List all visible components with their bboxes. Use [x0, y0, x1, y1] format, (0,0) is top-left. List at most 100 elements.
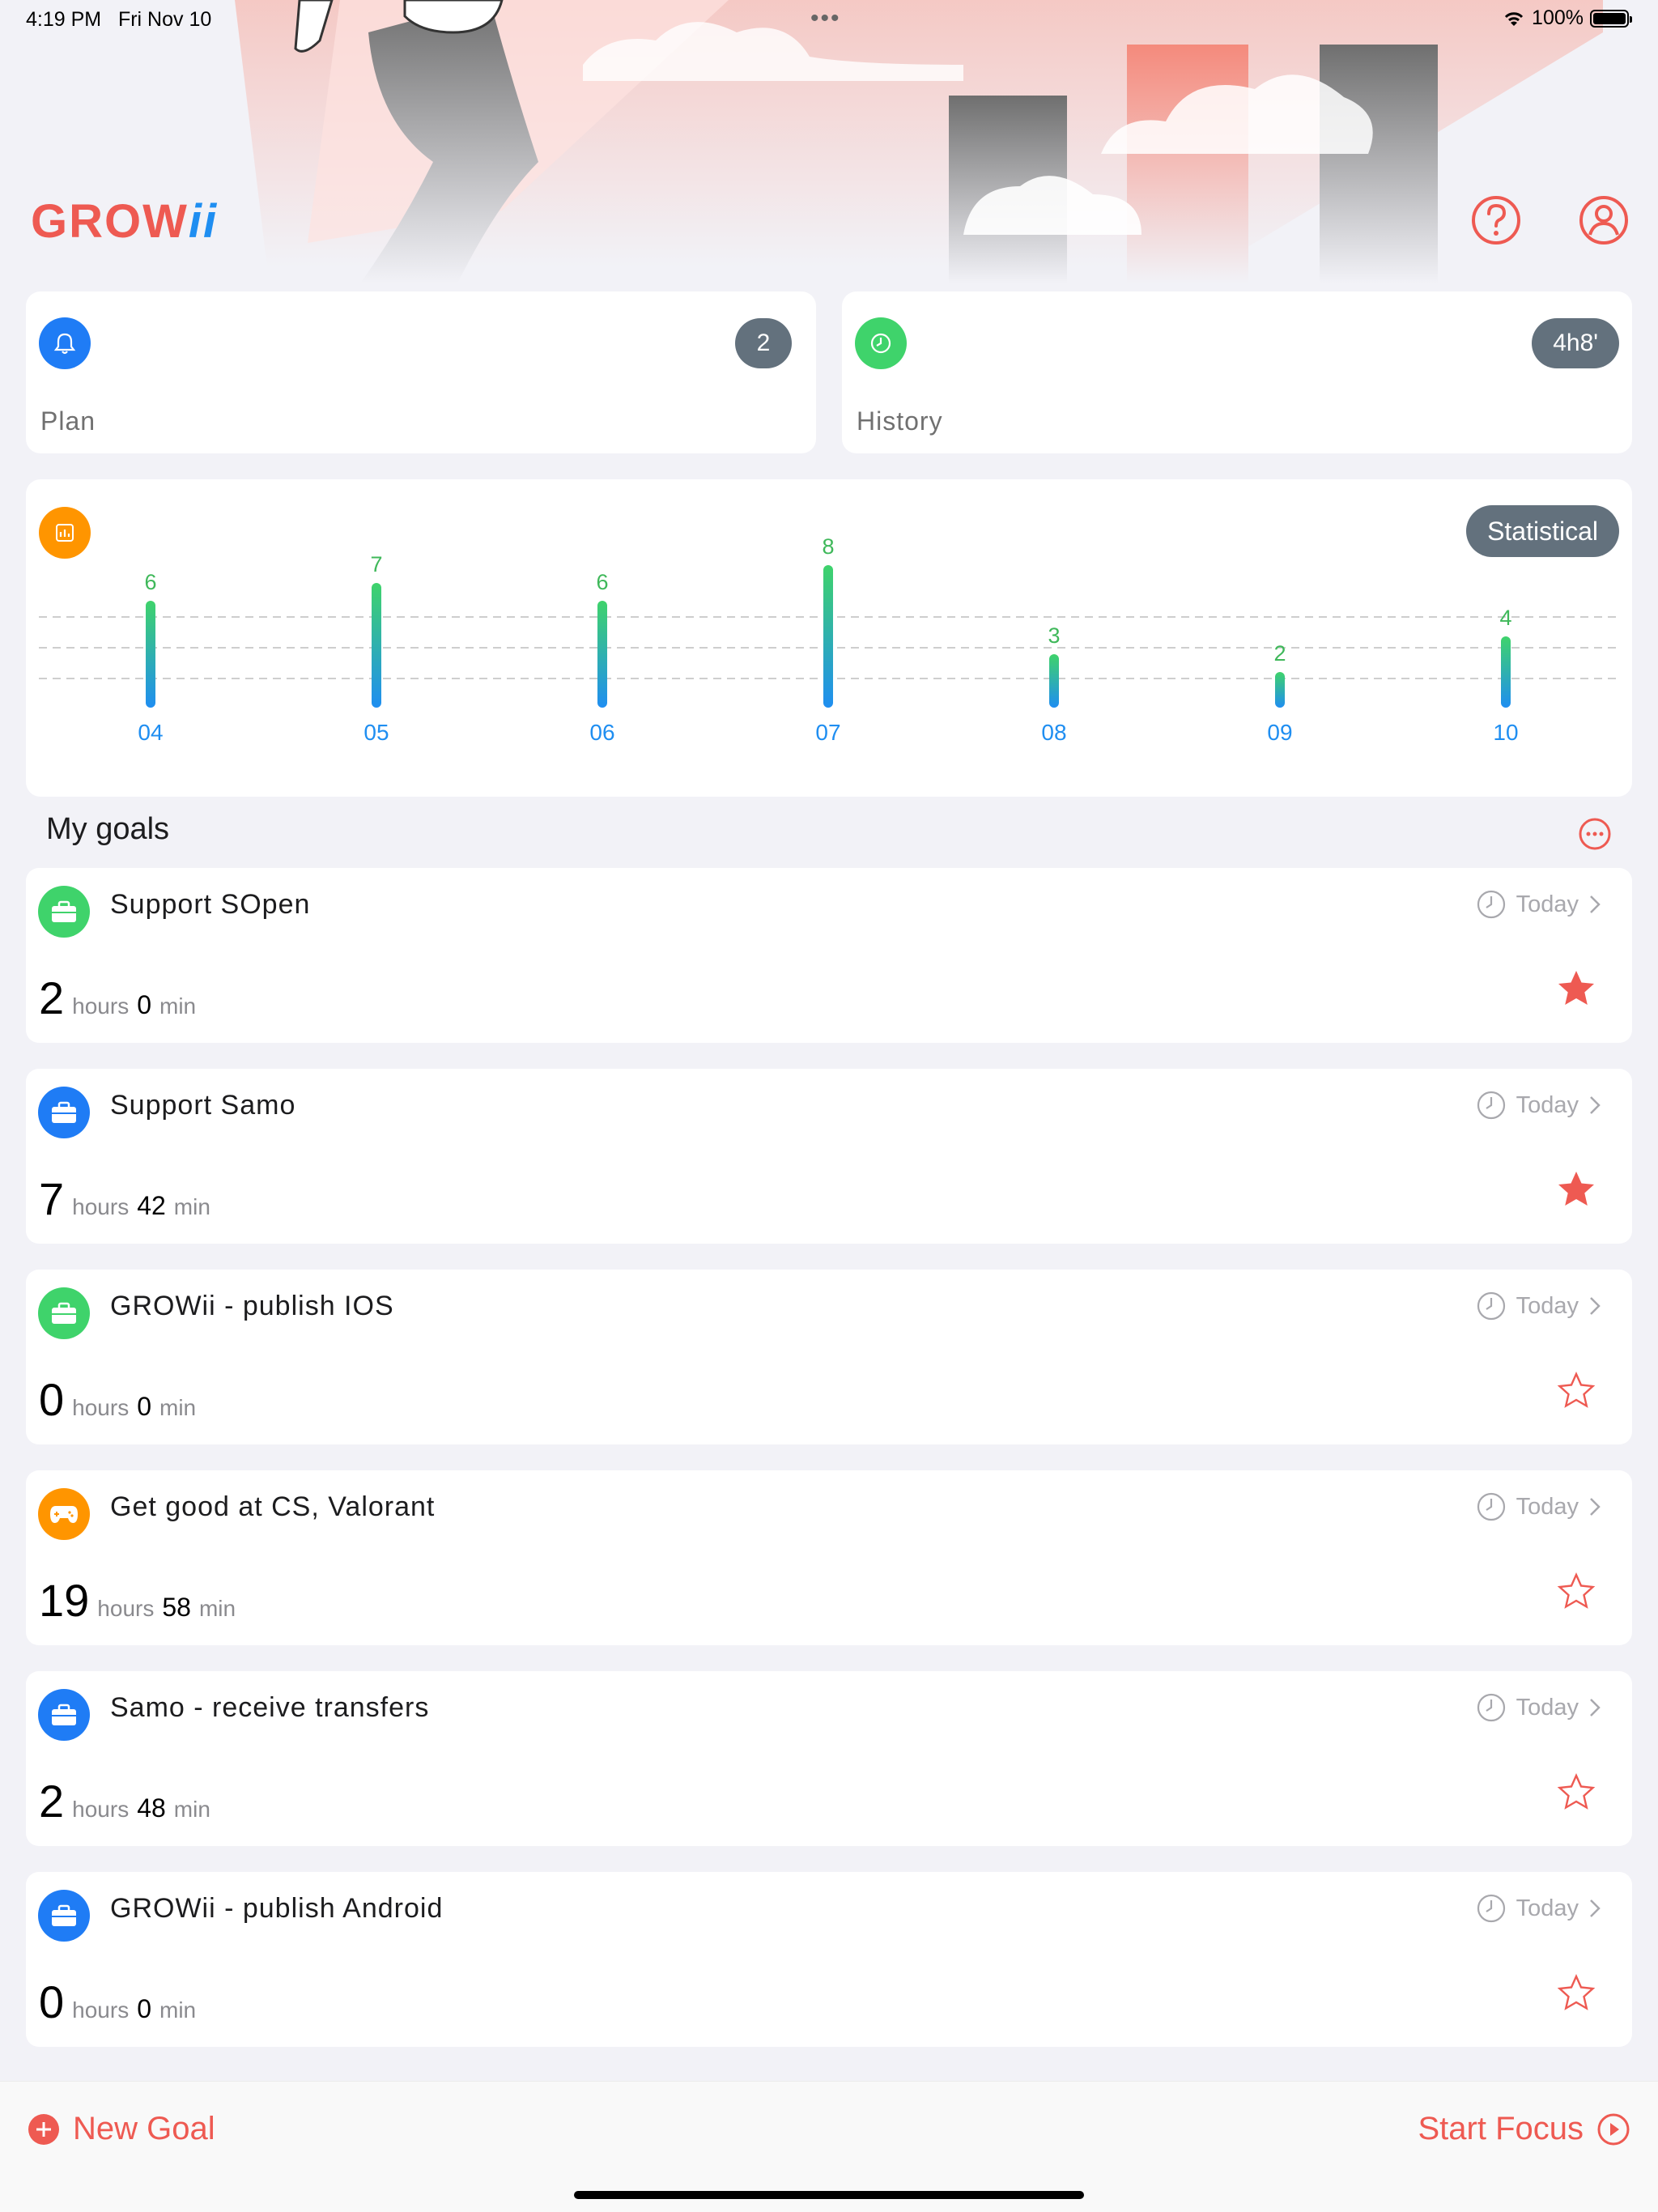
chevron-right-icon: [1590, 1096, 1601, 1114]
goal-minutes: 0: [137, 1392, 151, 1421]
goal-card[interactable]: GROWii - publish Android Today 0 hours 0…: [26, 1872, 1632, 2047]
goal-when[interactable]: Today: [1476, 1893, 1601, 1924]
briefcase-icon: [38, 1890, 90, 1942]
chart-bar: [372, 583, 381, 708]
goal-title: Support Samo: [110, 1090, 296, 1121]
goal-when-label: Today: [1516, 1493, 1579, 1520]
chart-category-label: 07: [815, 720, 840, 745]
status-bar: 4:19 PM Fri Nov 10 ••• 100%: [0, 0, 1658, 39]
wifi-icon: [1504, 11, 1524, 26]
goal-title: Support SOpen: [110, 889, 311, 920]
plus-circle-icon: [28, 2113, 59, 2145]
chevron-right-icon: [1590, 1297, 1601, 1315]
goal-when[interactable]: Today: [1476, 1692, 1601, 1723]
goal-hours: 19: [39, 1575, 90, 1626]
more-icon[interactable]: [1578, 817, 1612, 851]
goal-minutes: 48: [137, 1793, 166, 1823]
goal-duration: 19 hours 58 min: [39, 1574, 236, 1627]
new-goal-button[interactable]: New Goal: [28, 2111, 215, 2147]
chart-category-label: 06: [589, 720, 614, 745]
chart-bar: [597, 601, 607, 708]
goal-minutes-unit: min: [198, 1596, 236, 1621]
start-focus-button[interactable]: Start Focus: [1418, 2111, 1630, 2147]
goal-card[interactable]: Support Samo Today 7 hours 42 min: [26, 1069, 1632, 1244]
chart-category-label: 09: [1267, 720, 1292, 745]
goal-when[interactable]: Today: [1476, 1090, 1601, 1121]
chevron-right-icon: [1590, 895, 1601, 913]
goal-minutes-unit: min: [173, 1194, 210, 1219]
plan-card[interactable]: 2 Plan: [26, 291, 816, 453]
hero-illustration: [235, 0, 1603, 283]
goal-when[interactable]: Today: [1476, 1291, 1601, 1321]
goal-when-label: Today: [1516, 1292, 1579, 1319]
goal-hours: 2: [39, 1776, 65, 1827]
star-outline-icon[interactable]: [1556, 1370, 1596, 1410]
star-outline-icon[interactable]: [1556, 1972, 1596, 2013]
goal-when[interactable]: Today: [1476, 889, 1601, 920]
star-filled-icon[interactable]: [1556, 1169, 1596, 1210]
chart-category-label: 05: [363, 720, 389, 745]
goal-card[interactable]: Get good at CS, Valorant Today 19 hours …: [26, 1470, 1632, 1645]
goal-card[interactable]: Support SOpen Today 2 hours 0 min: [26, 868, 1632, 1043]
bell-icon: [39, 317, 91, 369]
briefcase-icon: [38, 1087, 90, 1138]
goal-hours-unit: hours: [72, 1997, 130, 2023]
user-icon[interactable]: [1578, 194, 1630, 246]
chart-bar: [146, 601, 155, 708]
chart-value-label: 4: [1499, 606, 1511, 630]
chart-bars: 6 04 7 05 6 06 8 07 3 08 2 09 4 10: [138, 534, 1518, 745]
goal-card[interactable]: Samo - receive transfers Today 2 hours 4…: [26, 1671, 1632, 1846]
goal-minutes: 0: [137, 990, 151, 1019]
weekly-bar-chart: 6 04 7 05 6 06 8 07 3 08 2 09 4 10: [39, 534, 1619, 745]
goal-duration: 0 hours 0 min: [39, 1373, 196, 1426]
goal-hours-unit: hours: [72, 993, 130, 1019]
header-illustration: [0, 0, 1658, 283]
play-circle-icon: [1597, 2113, 1630, 2145]
chart-value-label: 6: [596, 570, 608, 594]
clock-icon: [1477, 1693, 1505, 1722]
goal-title: Samo - receive transfers: [110, 1692, 430, 1723]
goal-when-label: Today: [1516, 891, 1579, 917]
chevron-right-icon: [1590, 1899, 1601, 1917]
multitasking-dots-icon[interactable]: •••: [810, 5, 841, 32]
star-outline-icon[interactable]: [1556, 1772, 1596, 1812]
new-goal-label: New Goal: [73, 2111, 215, 2146]
star-outline-icon[interactable]: [1556, 1571, 1596, 1611]
home-indicator: [574, 2191, 1084, 2199]
goal-minutes: 0: [137, 1994, 151, 2023]
gamepad-icon: [38, 1488, 90, 1540]
goal-duration: 2 hours 48 min: [39, 1775, 210, 1827]
status-right: 100%: [1503, 6, 1632, 30]
clock-icon: [855, 317, 907, 369]
chart-value-label: 2: [1273, 641, 1286, 666]
chart-bar: [1501, 636, 1511, 708]
history-card[interactable]: 4h8' History: [842, 291, 1632, 453]
chart-bar: [1049, 654, 1059, 708]
clock-icon: [1477, 1091, 1505, 1120]
briefcase-icon: [38, 886, 90, 938]
chart-value-label: 3: [1048, 623, 1060, 648]
goal-hours: 7: [39, 1173, 65, 1224]
goal-title: GROWii - publish IOS: [110, 1291, 394, 1321]
goal-when-label: Today: [1516, 1694, 1579, 1721]
briefcase-icon: [38, 1689, 90, 1741]
goal-duration: 2 hours 0 min: [39, 972, 196, 1024]
goal-minutes: 58: [162, 1593, 191, 1622]
chevron-right-icon: [1590, 1699, 1601, 1716]
battery-percent: 100%: [1532, 6, 1584, 29]
chart-category-label: 08: [1041, 720, 1066, 745]
plan-label: Plan: [40, 406, 96, 436]
start-focus-label: Start Focus: [1418, 2111, 1584, 2146]
goal-when-label: Today: [1516, 1091, 1579, 1118]
goal-hours: 2: [39, 972, 65, 1023]
history-label: History: [857, 406, 943, 436]
chart-category-label: 10: [1493, 720, 1518, 745]
goal-hours-unit: hours: [72, 1797, 130, 1822]
question-icon[interactable]: [1470, 194, 1522, 246]
star-filled-icon[interactable]: [1556, 968, 1596, 1009]
stats-card: Statistical 6 04 7 05 6 06 8 07 3 08 2 09 4 10: [26, 479, 1632, 797]
goal-card[interactable]: GROWii - publish IOS Today 0 hours 0 min: [26, 1270, 1632, 1444]
goal-hours: 0: [39, 1976, 65, 2027]
goal-hours-unit: hours: [72, 1194, 130, 1219]
goal-when[interactable]: Today: [1476, 1491, 1601, 1522]
